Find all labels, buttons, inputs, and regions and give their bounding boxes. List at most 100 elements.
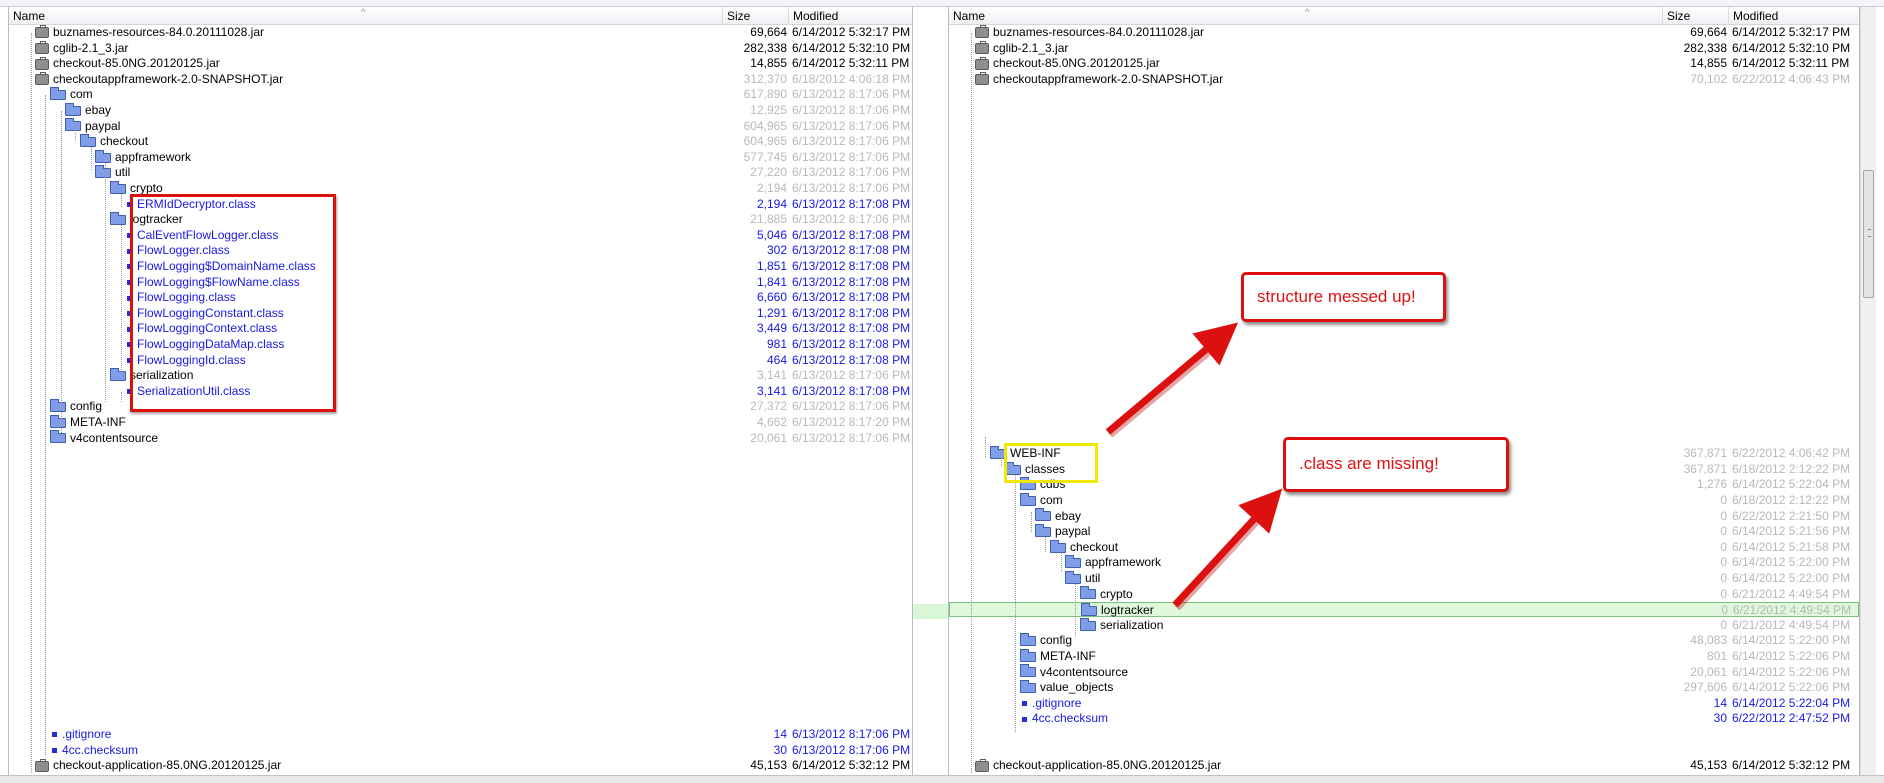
table-row[interactable]: appframework 577,745 6/13/2012 8:17:06 PM bbox=[9, 149, 912, 165]
table-row[interactable]: paypal 604,965 6/13/2012 8:17:06 PM bbox=[9, 118, 912, 134]
table-row[interactable] bbox=[9, 649, 912, 664]
table-row[interactable]: checkoutappframework-2.0-SNAPSHOT.jar 70,… bbox=[949, 72, 1859, 87]
table-row[interactable]: cglib-2.1_3.jar 282,338 6/14/2012 5:32:10 … bbox=[949, 41, 1859, 56]
row-modified: 6/13/2012 8:17:06 PM bbox=[792, 181, 911, 195]
table-row[interactable] bbox=[9, 571, 912, 586]
table-row[interactable] bbox=[949, 165, 1859, 180]
table-row[interactable]: config 48,083 6/14/2012 5:22:00 PM bbox=[949, 633, 1859, 648]
table-row[interactable]: v4contentsource 20,061 6/13/2012 8:17:06 P… bbox=[9, 430, 912, 446]
table-row[interactable]: checkout 0 6/14/2012 5:21:58 PM bbox=[949, 539, 1859, 555]
table-row[interactable] bbox=[949, 150, 1859, 165]
row-size: 801 bbox=[1706, 649, 1727, 663]
table-row[interactable] bbox=[949, 228, 1859, 243]
table-row[interactable] bbox=[9, 524, 912, 539]
row-size: 0 bbox=[1720, 571, 1727, 585]
table-row[interactable]: crypto 0 6/21/2012 4:49:54 PM bbox=[949, 586, 1859, 602]
table-row[interactable]: com 0 6/18/2012 2:12:22 PM bbox=[949, 492, 1859, 508]
table-row[interactable]: util 0 6/14/2012 5:22:00 PM bbox=[949, 570, 1859, 586]
table-row[interactable]: .gitignore 14 6/14/2012 5:22:04 PM bbox=[949, 696, 1859, 711]
right-size-column-header[interactable]: Size bbox=[1663, 7, 1729, 25]
row-size: 297,606 bbox=[1683, 680, 1727, 695]
table-row[interactable]: serialization 0 6/21/2012 4:49:54 PM bbox=[949, 617, 1859, 633]
table-row[interactable] bbox=[9, 587, 912, 602]
left-name-column-header[interactable]: Name bbox=[9, 7, 723, 25]
row-modified: 6/13/2012 8:17:08 PM bbox=[792, 274, 911, 289]
left-modified-column-header[interactable]: Modified bbox=[789, 7, 912, 25]
table-row[interactable]: cglib-2.1_3.jar 282,338 6/14/2012 5:32:10 … bbox=[9, 41, 912, 56]
table-row[interactable] bbox=[9, 602, 912, 617]
table-row[interactable]: paypal 0 6/14/2012 5:21:56 PM bbox=[949, 524, 1859, 539]
table-row[interactable]: com 617,890 6/13/2012 8:17:06 PM bbox=[9, 87, 912, 102]
table-row[interactable] bbox=[949, 368, 1859, 383]
folder-icon bbox=[1020, 648, 1036, 662]
table-row[interactable] bbox=[949, 119, 1859, 134]
row-name: value_objects bbox=[1040, 680, 1114, 695]
table-row[interactable]: v4contentsource 20,061 6/14/2012 5:22:06 P… bbox=[949, 664, 1859, 680]
table-row[interactable] bbox=[9, 477, 912, 492]
table-row[interactable] bbox=[9, 696, 912, 711]
table-row[interactable]: checkout-85.0NG.20120125.jar 14,855 6/14/2… bbox=[9, 56, 912, 71]
table-row[interactable] bbox=[949, 727, 1859, 742]
table-row[interactable]: buznames-resources-84.0.20111028.jar 69,6… bbox=[9, 25, 912, 40]
row-modified: 6/13/2012 8:17:06 PM bbox=[792, 399, 911, 414]
folder-icon bbox=[1065, 555, 1081, 569]
table-row[interactable] bbox=[9, 493, 912, 508]
row-size bbox=[1649, 306, 1727, 321]
jar-icon bbox=[975, 72, 989, 86]
table-row[interactable] bbox=[949, 384, 1859, 399]
table-row[interactable]: ebay 12,925 6/13/2012 8:17:06 PM bbox=[9, 102, 912, 118]
folder-icon bbox=[95, 165, 111, 179]
table-row[interactable] bbox=[9, 462, 912, 477]
table-row[interactable] bbox=[9, 509, 912, 524]
table-row[interactable] bbox=[949, 353, 1859, 368]
scrollbar-thumb[interactable] bbox=[1863, 170, 1874, 298]
row-size bbox=[1649, 181, 1727, 196]
row-modified: 6/14/2012 5:32:10 PM bbox=[1732, 40, 1851, 55]
table-row[interactable]: checkoutappframework-2.0-SNAPSHOT.jar 312… bbox=[9, 72, 912, 87]
table-row[interactable]: META-INF 801 6/14/2012 5:22:06 PM bbox=[949, 648, 1859, 664]
table-row[interactable] bbox=[949, 321, 1859, 336]
table-row[interactable] bbox=[9, 633, 912, 648]
table-row[interactable] bbox=[9, 555, 912, 570]
table-row[interactable]: 4cc.checksum 30 6/22/2012 2:47:52 PM bbox=[949, 711, 1859, 726]
table-row[interactable] bbox=[9, 540, 912, 555]
row-modified: 6/14/2012 5:32:12 PM bbox=[792, 758, 911, 773]
table-row[interactable]: logtracker 0 6/21/2012 4:49:54 PM bbox=[949, 602, 1859, 618]
table-row[interactable]: checkout-application-85.0NG.20120125.jar… bbox=[9, 758, 912, 773]
table-row[interactable]: checkout-application-85.0NG.20120125.jar… bbox=[949, 758, 1859, 773]
table-row[interactable]: checkout 604,965 6/13/2012 8:17:06 PM bbox=[9, 134, 912, 149]
row-name: util bbox=[115, 165, 131, 180]
table-row[interactable]: ebay 0 6/22/2012 2:21:50 PM bbox=[949, 508, 1859, 524]
table-row[interactable]: appframework 0 6/14/2012 5:22:00 PM bbox=[949, 555, 1859, 570]
vertical-scrollbar[interactable] bbox=[1860, 7, 1876, 777]
table-row[interactable]: value_objects 297,606 6/14/2012 5:22:06 PM bbox=[949, 680, 1859, 695]
table-row[interactable] bbox=[949, 415, 1859, 430]
table-row[interactable] bbox=[949, 337, 1859, 352]
table-row[interactable] bbox=[949, 103, 1859, 118]
right-pane[interactable]: Name ^ Size Modified buznames-resources-… bbox=[948, 7, 1860, 777]
table-row[interactable] bbox=[9, 446, 912, 461]
row-size: 70,102 bbox=[1690, 71, 1727, 86]
right-modified-column-header[interactable]: Modified bbox=[1729, 7, 1859, 25]
table-row[interactable]: 4cc.checksum 30 6/13/2012 8:17:06 PM bbox=[9, 743, 912, 758]
table-row[interactable] bbox=[949, 399, 1859, 414]
row-name: paypal bbox=[1055, 524, 1091, 539]
table-row[interactable]: buznames-resources-84.0.20111028.jar 69,6… bbox=[949, 25, 1859, 40]
table-row[interactable] bbox=[949, 197, 1859, 212]
table-row[interactable] bbox=[9, 680, 912, 695]
table-row[interactable] bbox=[949, 743, 1859, 758]
table-row[interactable] bbox=[949, 87, 1859, 102]
table-row[interactable]: META-INF 4,662 6/13/2012 8:17:20 PM bbox=[9, 414, 912, 430]
table-row[interactable] bbox=[949, 243, 1859, 258]
row-size bbox=[709, 493, 787, 508]
table-row[interactable]: checkout-85.0NG.20120125.jar 14,855 6/14/2… bbox=[949, 56, 1859, 71]
table-row[interactable] bbox=[949, 212, 1859, 227]
table-row[interactable]: util 27,220 6/13/2012 8:17:06 PM bbox=[9, 165, 912, 180]
table-row[interactable] bbox=[9, 618, 912, 633]
table-row[interactable] bbox=[9, 665, 912, 680]
table-row[interactable] bbox=[949, 181, 1859, 196]
left-size-column-header[interactable]: Size bbox=[723, 7, 789, 25]
table-row[interactable] bbox=[949, 134, 1859, 149]
table-row[interactable]: .gitignore 14 6/13/2012 8:17:06 PM bbox=[9, 727, 912, 742]
table-row[interactable] bbox=[9, 711, 912, 726]
